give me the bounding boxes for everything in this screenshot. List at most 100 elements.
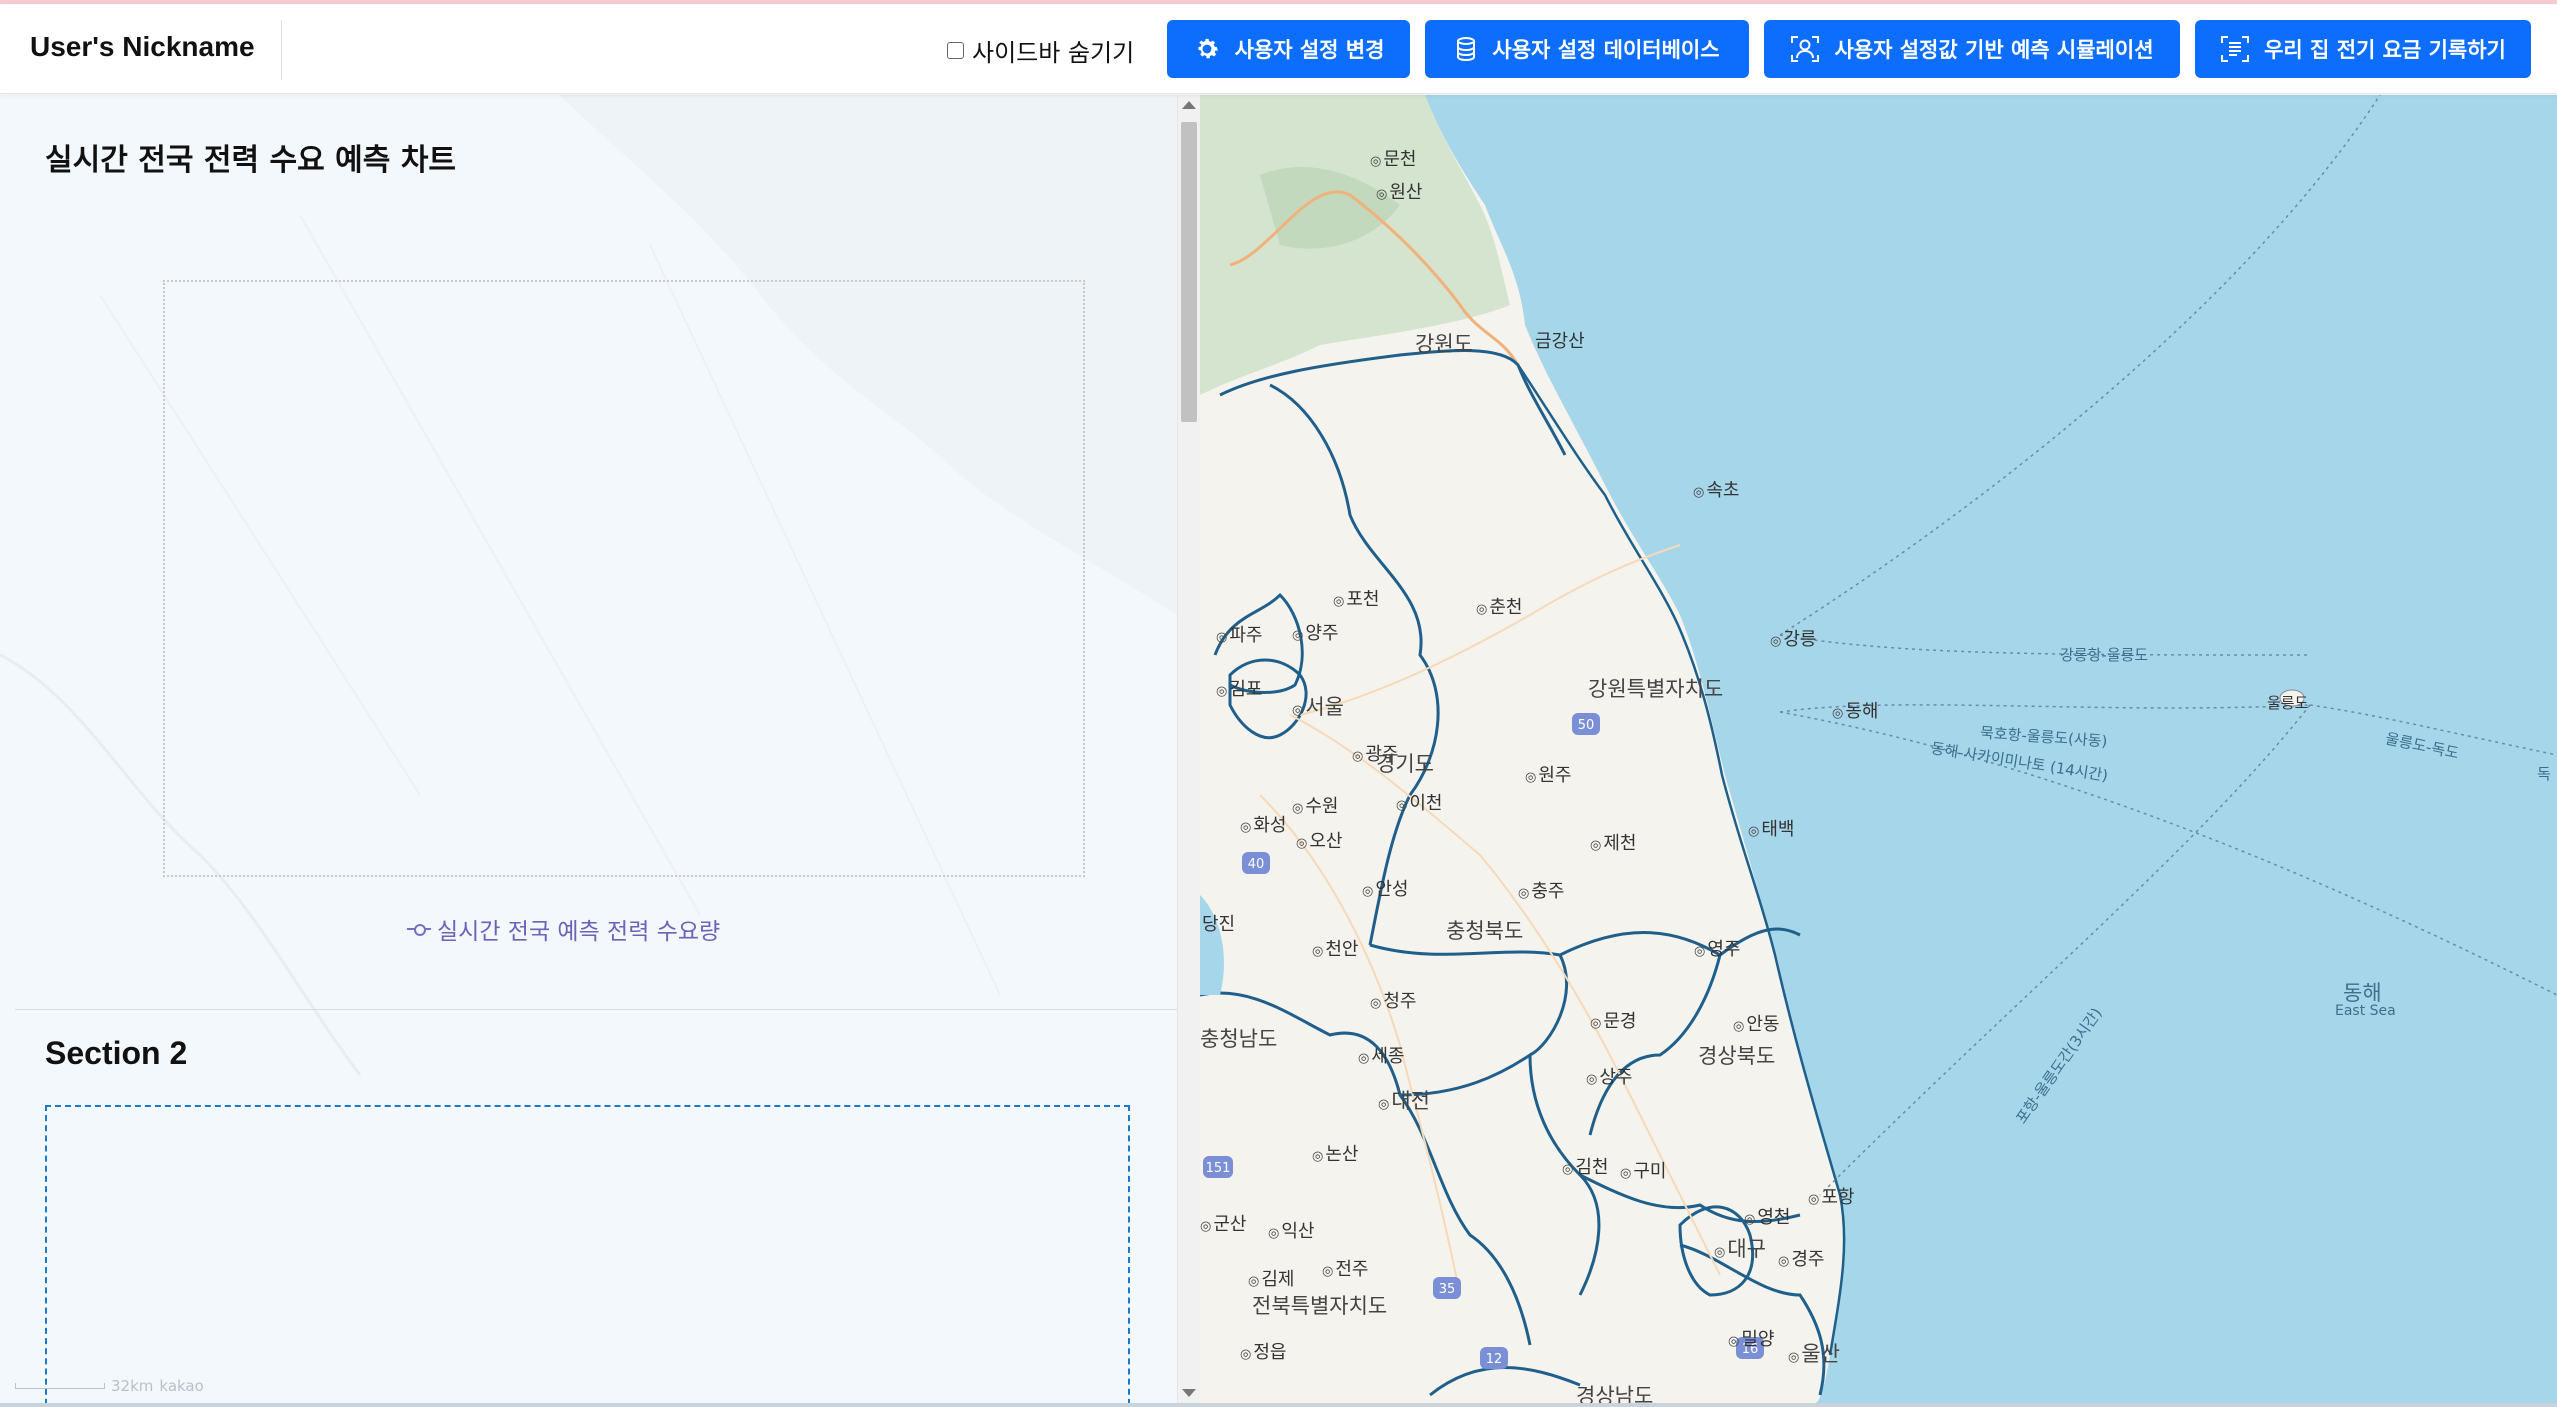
- map-label: 제천: [1590, 829, 1636, 855]
- route-label: 강릉항-울릉도: [2060, 646, 2149, 664]
- section2-title: Section 2: [45, 1035, 188, 1071]
- map-label: 동해: [1832, 697, 1878, 723]
- map-label: 천안: [1312, 935, 1358, 961]
- user-settings-button[interactable]: 사용자 설정 변경: [1167, 20, 1410, 78]
- bottom-border: [0, 1403, 2557, 1407]
- record-bill-button[interactable]: 우리 집 전기 요금 기록하기: [2195, 20, 2531, 78]
- prediction-simulation-button[interactable]: 사용자 설정값 기반 예측 시뮬레이션: [1764, 20, 2180, 78]
- map-label: 울산: [1788, 1338, 1840, 1368]
- sidebar-scrollbar[interactable]: [1177, 95, 1200, 1403]
- map-label: 울릉도: [2267, 694, 2309, 712]
- map-label: 경기도: [1376, 752, 1434, 776]
- settings-database-button[interactable]: 사용자 설정 데이터베이스: [1425, 20, 1749, 78]
- route-label: 독: [2537, 765, 2551, 783]
- map-label: 문경: [1590, 1007, 1636, 1033]
- map-label: 파주: [1216, 621, 1262, 647]
- map-label: 익산: [1268, 1217, 1314, 1243]
- map-label: 영천: [1744, 1203, 1790, 1229]
- map-label: 경주: [1778, 1245, 1824, 1271]
- map-label: 논산: [1312, 1140, 1358, 1166]
- map-label: 오산: [1296, 827, 1342, 853]
- scroll-up-arrow-icon[interactable]: [1182, 101, 1196, 109]
- svg-text:50: 50: [1578, 718, 1595, 733]
- scroll-thumb[interactable]: [1181, 122, 1197, 422]
- map-label: 구미: [1620, 1157, 1666, 1183]
- map-label: East Sea: [2335, 1003, 2396, 1019]
- map-label: 강원도: [1415, 332, 1473, 356]
- map-label: 포천: [1333, 585, 1379, 611]
- sidebar-panel: 실시간 전국 전력 수요 예측 차트 실시간 전국 예측 전력 수요량 Sect…: [0, 95, 1177, 1403]
- map-label: 문천: [1370, 145, 1416, 171]
- map-label: 금강산: [1535, 331, 1585, 352]
- map-label: 수원: [1292, 792, 1338, 818]
- sidebar-toggle[interactable]: 사이드바 숨기기: [947, 34, 1135, 67]
- route-shield: 151: [1203, 1156, 1233, 1178]
- route-shield: 40: [1242, 852, 1270, 874]
- route-shield: 12: [1480, 1347, 1508, 1369]
- map-label: 이천: [1396, 789, 1442, 815]
- map-label: 서울: [1292, 691, 1344, 721]
- svg-text:12: 12: [1486, 1352, 1503, 1367]
- map-label: 강원특별자치도: [1588, 677, 1724, 701]
- svg-text:151: 151: [1206, 1161, 1231, 1176]
- map-label: 상주: [1586, 1063, 1632, 1089]
- map-label: 대구: [1714, 1233, 1766, 1263]
- map-label: 충주: [1518, 877, 1564, 903]
- map-label: 속초: [1693, 476, 1739, 502]
- map-label: 포항: [1808, 1183, 1854, 1209]
- chart-legend[interactable]: 실시간 전국 예측 전력 수요량: [407, 912, 720, 946]
- map-label: 안동: [1733, 1010, 1779, 1036]
- record-bill-button-label: 우리 집 전기 요금 기록하기: [2264, 38, 2506, 62]
- map-label: 영주: [1694, 935, 1740, 961]
- scroll-down-arrow-icon[interactable]: [1182, 1389, 1196, 1397]
- map-label: 경상남도: [1576, 1384, 1654, 1403]
- receipt-scan-icon: [2221, 36, 2250, 62]
- map-label: 군산: [1200, 1210, 1246, 1236]
- scale-text: 32km: [111, 1377, 154, 1395]
- prediction-simulation-button-label: 사용자 설정값 기반 예측 시뮬레이션: [1834, 38, 2154, 62]
- demand-chart-area: [163, 280, 1085, 877]
- scale-brand: kakao: [159, 1377, 204, 1395]
- map-label: 원산: [1376, 178, 1422, 204]
- legend-line-marker-icon: [407, 923, 431, 936]
- map-label: 양주: [1292, 619, 1338, 645]
- database-icon: [1457, 37, 1476, 62]
- map-label: 김포: [1216, 675, 1262, 701]
- sidebar-toggle-label: 사이드바 숨기기: [972, 38, 1135, 67]
- map-label: 당진: [1202, 914, 1236, 935]
- gear-icon: [1198, 38, 1218, 59]
- chart-legend-label: 실시간 전국 예측 전력 수요량: [437, 919, 721, 945]
- map-label: 김제: [1248, 1265, 1294, 1291]
- map-label: 강릉: [1770, 625, 1816, 651]
- map-label: 충청북도: [1446, 919, 1524, 943]
- user-nickname: User's Nickname: [30, 31, 255, 62]
- map-label: 세종: [1358, 1042, 1404, 1068]
- svg-text:40: 40: [1248, 857, 1265, 872]
- map-label: 태백: [1748, 815, 1794, 841]
- sidebar-toggle-checkbox[interactable]: [947, 41, 964, 59]
- map-label: 전주: [1322, 1255, 1368, 1281]
- map-label: 정읍: [1240, 1338, 1286, 1364]
- chart-section-title: 실시간 전국 전력 수요 예측 차트: [45, 143, 457, 178]
- svg-text:35: 35: [1439, 1282, 1456, 1297]
- map-label: 충청남도: [1200, 1027, 1278, 1051]
- map-label: 춘천: [1476, 593, 1522, 619]
- map-label: 전북특별자치도: [1252, 1294, 1388, 1318]
- map-label: 밀양: [1728, 1325, 1774, 1351]
- top-navbar: User's Nickname 사이드바 숨기기 사용자 설정 변경 사용자 설…: [0, 4, 2557, 94]
- map-label: 청주: [1370, 987, 1416, 1013]
- korea-map[interactable]: 50 40 151 35 12 16 문천 원산 강원도 금강산 속초 포천 춘…: [1200, 95, 2557, 1403]
- map-label: 경상북도: [1698, 1044, 1776, 1068]
- map-scale: 32km kakao: [15, 1377, 204, 1395]
- settings-database-button-label: 사용자 설정 데이터베이스: [1492, 38, 1720, 62]
- route-shield: 35: [1433, 1277, 1461, 1299]
- scale-bar: [15, 1383, 105, 1389]
- brand-divider: [281, 20, 282, 80]
- map-label: 화성: [1240, 811, 1286, 837]
- route-shield: 50: [1572, 713, 1600, 735]
- section-divider: [15, 1009, 1177, 1010]
- map-label: 대전: [1378, 1085, 1430, 1115]
- map-label: 김천: [1562, 1153, 1608, 1179]
- section2-content-area: [45, 1105, 1130, 1403]
- user-scan-icon: [1791, 36, 1820, 62]
